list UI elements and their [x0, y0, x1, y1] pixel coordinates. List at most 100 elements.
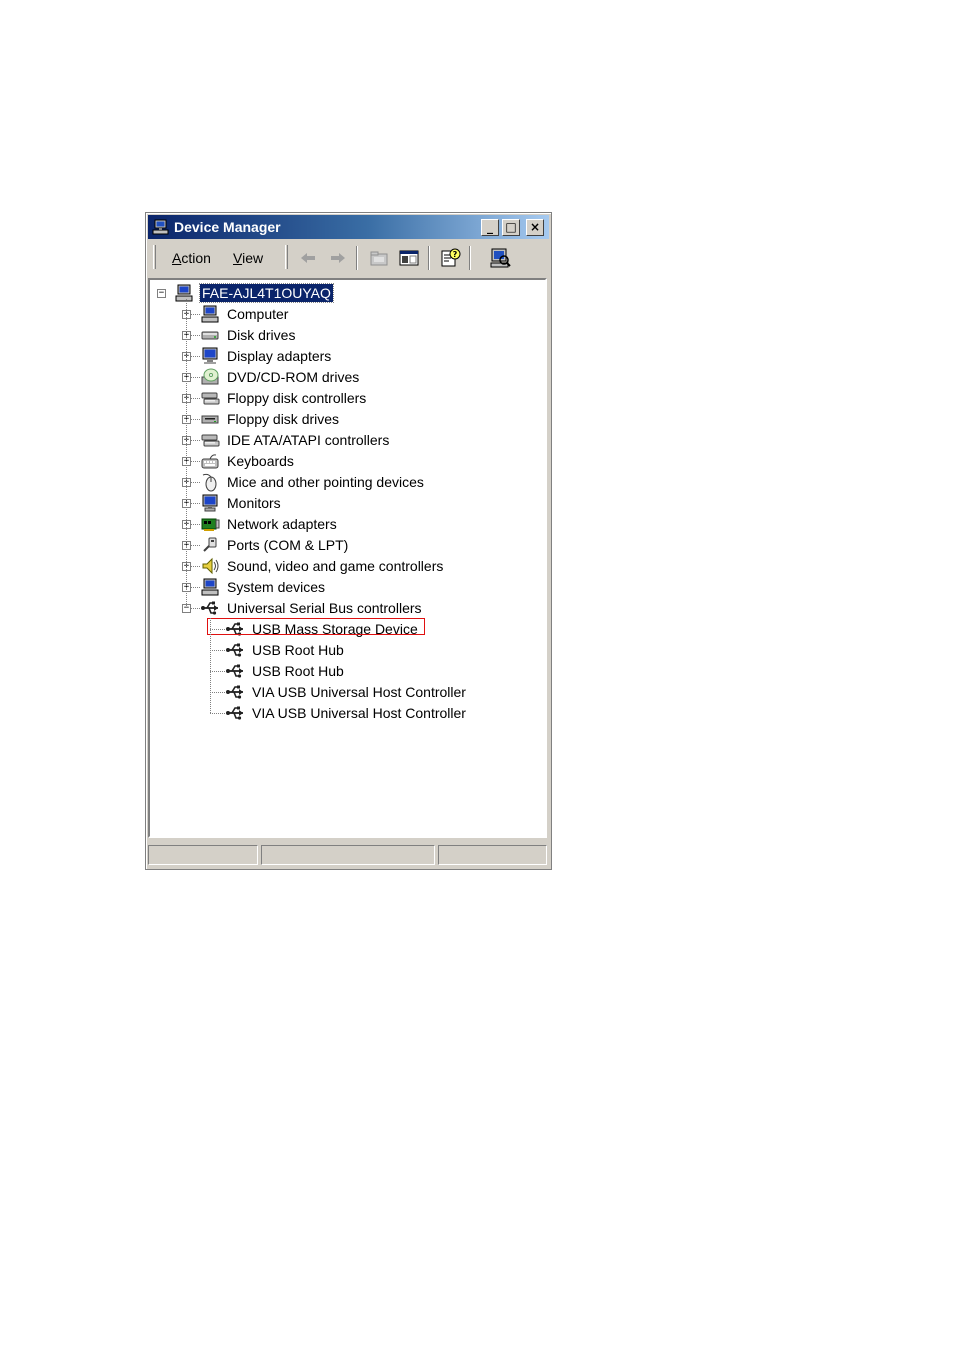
- tree-connector: [191, 587, 200, 588]
- computer-icon: [200, 577, 220, 597]
- forward-arrow-icon: [331, 253, 345, 263]
- tree-connector: [186, 299, 187, 608]
- tree-node-label[interactable]: VIA USB Universal Host Controller: [250, 704, 468, 722]
- usb-icon: [225, 661, 245, 681]
- tree-connector: [210, 650, 225, 651]
- tree-category-item[interactable]: + Sound, video and game controllers: [150, 556, 545, 577]
- tree-node-label[interactable]: Disk drives: [225, 326, 297, 344]
- menu-view-accel: V: [233, 250, 243, 266]
- tree-node-label[interactable]: Display adapters: [225, 347, 333, 365]
- tree-connector: [210, 692, 225, 693]
- menu-view-label: iew: [242, 250, 264, 266]
- display-adapter-icon: [200, 346, 220, 366]
- tree-node-label[interactable]: USB Root Hub: [250, 641, 346, 659]
- tree-node-label[interactable]: Computer: [225, 305, 290, 323]
- tree-category-item[interactable]: + Ports (COM & LPT): [150, 535, 545, 556]
- up-folder-icon: [370, 251, 388, 266]
- menu-action-accel: A: [172, 250, 182, 266]
- tree-category-item[interactable]: + Network adapters: [150, 514, 545, 535]
- device-manager-window: Device Manager _ □ × Action View ? − FAE…: [145, 212, 552, 870]
- minimize-button[interactable]: _: [481, 219, 499, 236]
- back-arrow-icon: [301, 253, 315, 263]
- keyboard-icon: [200, 451, 220, 471]
- tree-node-label[interactable]: VIA USB Universal Host Controller: [250, 683, 468, 701]
- tree-category-item[interactable]: + Computer: [150, 304, 545, 325]
- status-panel: [438, 845, 547, 865]
- tree-category-item[interactable]: + Display adapters: [150, 346, 545, 367]
- tree-node-label[interactable]: Monitors: [225, 494, 283, 512]
- network-adapter-icon: [200, 514, 220, 534]
- properties-help-icon: ?: [441, 248, 461, 267]
- scan-hardware-button[interactable]: [488, 246, 512, 270]
- close-button[interactable]: ×: [526, 219, 544, 236]
- tree-node-label[interactable]: USB Root Hub: [250, 662, 346, 680]
- tree-node-label[interactable]: Sound, video and game controllers: [225, 557, 445, 575]
- usb-icon: [225, 640, 245, 660]
- tree-connector: [191, 356, 200, 357]
- tree-connector: [191, 440, 200, 441]
- tree-category-item[interactable]: + Disk drives: [150, 325, 545, 346]
- tree-category-item[interactable]: + Keyboards: [150, 451, 545, 472]
- device-tree-pane[interactable]: − FAE-AJL4T1OUYAQ + Computer + Disk drives + Di…: [148, 278, 547, 838]
- toolbar-separator: [428, 246, 430, 270]
- tree-category-item[interactable]: + Floppy disk drives: [150, 409, 545, 430]
- tree-node-label[interactable]: IDE ATA/ATAPI controllers: [225, 431, 391, 449]
- tree-node-label[interactable]: System devices: [225, 578, 327, 596]
- monitor-icon: [200, 493, 220, 513]
- tree-connector: [191, 398, 200, 399]
- menu-action[interactable]: Action: [172, 250, 211, 266]
- tree-category-item[interactable]: − Universal Serial Bus controllers: [150, 598, 545, 619]
- device-tree[interactable]: − FAE-AJL4T1OUYAQ + Computer + Disk drives + Di…: [150, 280, 545, 836]
- menubar-grip[interactable]: [153, 245, 156, 269]
- toolbar-separator: [356, 246, 358, 270]
- status-bar: [148, 843, 549, 867]
- tree-category-item[interactable]: + Monitors: [150, 493, 545, 514]
- tree-node-label[interactable]: Floppy disk drives: [225, 410, 341, 428]
- tree-node-label[interactable]: Universal Serial Bus controllers: [225, 599, 424, 617]
- tree-node-label[interactable]: FAE-AJL4T1OUYAQ: [199, 283, 334, 303]
- port-icon: [200, 535, 220, 555]
- tree-connector: [191, 524, 200, 525]
- tree-connector: [191, 503, 200, 504]
- scan-hardware-icon: [490, 248, 511, 268]
- tree-category-item[interactable]: + IDE ATA/ATAPI controllers: [150, 430, 545, 451]
- status-panel: [261, 845, 435, 865]
- collapse-toggle[interactable]: −: [157, 289, 166, 298]
- usb-icon: [200, 598, 220, 618]
- mouse-icon: [200, 472, 220, 492]
- toolbar-separator: [469, 246, 471, 270]
- controller-icon: [200, 430, 220, 450]
- tree-connector: [191, 566, 200, 567]
- tree-node-label[interactable]: Network adapters: [225, 515, 339, 533]
- toolbar-grip[interactable]: [285, 245, 288, 269]
- up-button[interactable]: [367, 246, 391, 270]
- show-hide-tree-button[interactable]: [397, 246, 421, 270]
- tree-connector: [191, 314, 200, 315]
- tree-connector: [210, 671, 225, 672]
- tree-category-item[interactable]: + System devices: [150, 577, 545, 598]
- tree-category-item[interactable]: + Floppy disk controllers: [150, 388, 545, 409]
- window-title: Device Manager: [174, 219, 281, 235]
- tree-node-label[interactable]: Floppy disk controllers: [225, 389, 368, 407]
- disk-drive-icon: [200, 325, 220, 345]
- tree-category-item[interactable]: + Mice and other pointing devices: [150, 472, 545, 493]
- forward-button[interactable]: [326, 246, 350, 270]
- usb-icon: [225, 703, 245, 723]
- tree-root-item[interactable]: − FAE-AJL4T1OUYAQ: [150, 283, 545, 304]
- device-manager-icon: [152, 218, 170, 236]
- title-bar[interactable]: Device Manager _ □ ×: [148, 215, 549, 239]
- tree-connector: [210, 713, 225, 714]
- menu-view[interactable]: View: [233, 250, 263, 266]
- tree-node-label[interactable]: Keyboards: [225, 452, 296, 470]
- properties-button[interactable]: ?: [438, 246, 462, 270]
- tree-node-label[interactable]: DVD/CD-ROM drives: [225, 368, 361, 386]
- back-button[interactable]: [296, 246, 320, 270]
- floppy-drive-icon: [200, 409, 220, 429]
- tree-category-item[interactable]: + DVD/CD-ROM drives: [150, 367, 545, 388]
- tree-connector: [191, 419, 200, 420]
- tree-node-label[interactable]: Mice and other pointing devices: [225, 473, 426, 491]
- tree-connector: [191, 377, 200, 378]
- maximize-button[interactable]: □: [502, 219, 520, 236]
- computer-icon: [200, 304, 220, 324]
- tree-node-label[interactable]: Ports (COM & LPT): [225, 536, 350, 554]
